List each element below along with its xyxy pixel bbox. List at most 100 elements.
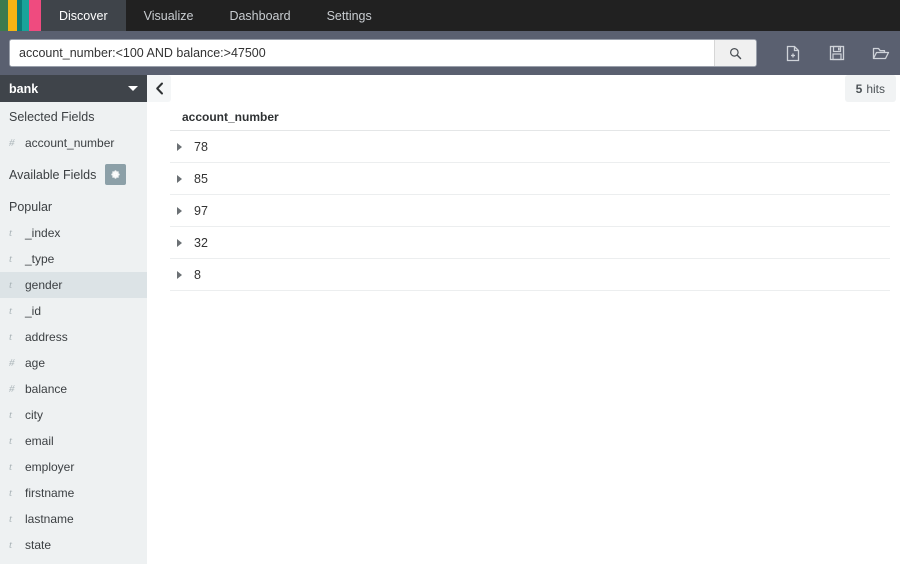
- field-label: city: [25, 408, 43, 422]
- cell-account-number: 32: [188, 236, 208, 250]
- new-search-icon: [785, 45, 801, 62]
- field-type-string-icon: t: [9, 409, 18, 421]
- tab-settings[interactable]: Settings: [309, 0, 390, 31]
- caret-right-icon: [177, 143, 182, 151]
- popular-field-gender[interactable]: t gender: [0, 272, 147, 298]
- cell-account-number: 8: [188, 268, 201, 282]
- caret-right-icon: [177, 175, 182, 183]
- popular-group-label: Popular: [0, 191, 147, 220]
- chevron-left-icon: [155, 82, 164, 95]
- field-label: gender: [25, 278, 62, 292]
- open-search-icon: [872, 46, 890, 61]
- logo-stripe-green: [0, 0, 8, 31]
- field-type-string-icon: t: [9, 539, 18, 551]
- field-type-string-icon: t: [9, 253, 18, 265]
- field-label: _index: [25, 226, 60, 240]
- logo-stripe-yellow: [8, 0, 17, 31]
- save-search-icon: [829, 45, 845, 61]
- tab-dashboard[interactable]: Dashboard: [211, 0, 308, 31]
- available-fields-header: Available Fields: [0, 156, 147, 191]
- available-field-state[interactable]: t state: [0, 532, 147, 558]
- available-field-balance[interactable]: # balance: [0, 376, 147, 402]
- field-settings-button[interactable]: [105, 164, 126, 185]
- tab-dashboard-label: Dashboard: [229, 9, 290, 23]
- field-type-string-icon: t: [9, 513, 18, 525]
- tab-visualize[interactable]: Visualize: [126, 0, 212, 31]
- search-field-wrapper: [9, 39, 757, 67]
- popular-field-type[interactable]: t _type: [0, 246, 147, 272]
- column-header-account-number[interactable]: account_number: [170, 110, 279, 124]
- cell-account-number: 97: [188, 204, 208, 218]
- table-row[interactable]: 85: [170, 163, 890, 195]
- field-label: employer: [25, 460, 74, 474]
- cell-account-number: 85: [188, 172, 208, 186]
- field-label: account_number: [25, 136, 114, 150]
- field-type-string-icon: t: [9, 331, 18, 343]
- hits-count: 5: [856, 82, 863, 96]
- field-label: _id: [25, 304, 41, 318]
- hits-badge: 5 hits: [845, 75, 896, 102]
- tab-settings-label: Settings: [327, 9, 372, 23]
- field-label: lastname: [25, 512, 74, 526]
- selected-field-account-number[interactable]: # account_number: [0, 130, 147, 156]
- cell-account-number: 78: [188, 140, 208, 154]
- field-type-number-icon: #: [9, 357, 18, 369]
- search-submit-button[interactable]: [714, 40, 756, 66]
- search-toolbar: [781, 41, 893, 65]
- nav-tabs: Discover Visualize Dashboard Settings: [41, 0, 390, 31]
- field-label: age: [25, 356, 45, 370]
- index-pattern-selector[interactable]: bank: [0, 75, 147, 102]
- field-label: email: [25, 434, 54, 448]
- new-search-button[interactable]: [781, 41, 805, 65]
- chevron-down-icon: [128, 86, 138, 91]
- available-field-lastname[interactable]: t lastname: [0, 506, 147, 532]
- search-icon: [729, 47, 742, 60]
- table-row[interactable]: 78: [170, 131, 890, 163]
- available-fields-label: Available Fields: [9, 168, 96, 182]
- field-label: _type: [25, 252, 54, 266]
- available-field-address[interactable]: t address: [0, 324, 147, 350]
- fields-sidebar: bank Selected Fields # account_number Av…: [0, 75, 147, 564]
- field-label: balance: [25, 382, 67, 396]
- caret-right-icon: [177, 207, 182, 215]
- field-type-string-icon: t: [9, 279, 18, 291]
- expand-row-button[interactable]: [170, 271, 188, 279]
- table-row[interactable]: 97: [170, 195, 890, 227]
- field-type-string-icon: t: [9, 227, 18, 239]
- tab-discover-label: Discover: [59, 9, 108, 23]
- search-input[interactable]: [10, 40, 714, 66]
- expand-row-button[interactable]: [170, 143, 188, 151]
- expand-row-button[interactable]: [170, 239, 188, 247]
- available-field-email[interactable]: t email: [0, 428, 147, 454]
- field-type-string-icon: t: [9, 435, 18, 447]
- available-field-id[interactable]: t _id: [0, 298, 147, 324]
- logo-stripe-teal: [22, 0, 29, 31]
- caret-right-icon: [177, 239, 182, 247]
- save-search-button[interactable]: [825, 41, 849, 65]
- kibana-discover-app: Discover Visualize Dashboard Settings: [0, 0, 900, 564]
- available-field-employer[interactable]: t employer: [0, 454, 147, 480]
- kibana-logo: [0, 0, 41, 31]
- open-search-button[interactable]: [869, 41, 893, 65]
- table-row[interactable]: 8: [170, 259, 890, 291]
- field-label: state: [25, 538, 51, 552]
- documents-table: account_number 78 85 97 32 8: [170, 110, 890, 291]
- field-type-number-icon: #: [9, 137, 18, 149]
- field-type-string-icon: t: [9, 487, 18, 499]
- selected-fields-header: Selected Fields: [0, 102, 147, 130]
- available-field-city[interactable]: t city: [0, 402, 147, 428]
- field-label: address: [25, 330, 68, 344]
- popular-field-index[interactable]: t _index: [0, 220, 147, 246]
- tab-discover[interactable]: Discover: [41, 0, 126, 31]
- index-pattern-name: bank: [9, 82, 38, 96]
- available-field-firstname[interactable]: t firstname: [0, 480, 147, 506]
- available-field-age[interactable]: # age: [0, 350, 147, 376]
- expand-row-button[interactable]: [170, 207, 188, 215]
- caret-right-icon: [177, 271, 182, 279]
- field-label: firstname: [25, 486, 74, 500]
- table-row[interactable]: 32: [170, 227, 890, 259]
- query-bar: [0, 31, 900, 75]
- logo-stripe-pink: [29, 0, 41, 31]
- sidebar-collapse-button[interactable]: [147, 75, 171, 102]
- expand-row-button[interactable]: [170, 175, 188, 183]
